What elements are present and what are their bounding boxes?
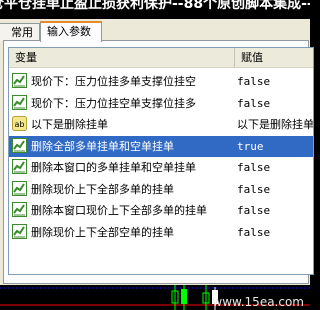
bool-icon	[12, 180, 27, 196]
list-item[interactable]: 现价下：压力位挂空单支撑位挂多 false	[9, 93, 313, 114]
window-title-bar: 仓平仓挂单止盈止损获利保护--88个原创脚本集成--15	[0, 0, 310, 19]
variable-name: 删除全部多单挂单和空单挂单	[31, 139, 174, 153]
tab-common[interactable]: 常用	[0, 23, 40, 41]
bool-icon	[12, 73, 27, 88]
variable-name: 删除现价上下全部多单的挂单	[31, 182, 174, 196]
parameters-list[interactable]: 变量 赋值 现价下：压力位挂多单支撑位挂空 false 现价下：压力位挂空单支撑位挂…	[8, 47, 314, 275]
column-header-variable[interactable]: 变量	[9, 48, 235, 67]
bool-icon	[12, 202, 27, 217]
variable-name: 删除现价上下全部空单的挂单	[31, 225, 174, 239]
variable-name: 删除本窗口的多单挂单和空单挂单	[31, 161, 196, 174]
variable-value[interactable]: false	[237, 222, 270, 243]
list-item[interactable]: 删除现价上下全部多单的挂单 false	[9, 179, 313, 200]
variable-value[interactable]: 以下是删除挂单	[237, 114, 313, 135]
bool-icon	[12, 223, 27, 239]
list-item[interactable]: 删除本窗口的多单挂单和空单挂单 false	[9, 157, 313, 178]
watermark: www.15ea.com	[212, 295, 304, 309]
variable-value[interactable]: false	[237, 200, 270, 221]
variable-value[interactable]: false	[237, 71, 270, 92]
variable-value[interactable]: false	[237, 179, 270, 200]
list-item[interactable]: 现价下：压力位挂多单支撑位挂空 false	[9, 71, 313, 92]
variable-value[interactable]: false	[237, 157, 270, 178]
variable-value[interactable]: false	[237, 93, 270, 114]
variable-name: 现价下：压力位挂空单支撑位挂多	[31, 96, 196, 110]
list-item[interactable]: 删除本窗口现价上下全部多单的挂单 false	[9, 200, 313, 221]
string-icon: ab	[12, 116, 27, 131]
variable-name: 删除本窗口现价上下全部多单的挂单	[31, 204, 207, 217]
column-header-value[interactable]: 赋值	[235, 48, 313, 67]
bool-icon	[12, 94, 27, 110]
tab-input-parameters[interactable]: 输入参数	[40, 21, 102, 42]
properties-dialog: 常用 输入参数 变量 赋值 现价下：压力位挂多单支撑位挂空 false 现价下：压力…	[0, 19, 314, 285]
variable-name: 以下是删除挂单	[31, 118, 108, 131]
variable-value[interactable]: true	[237, 136, 264, 157]
chart-background: www.15ea.com	[0, 285, 310, 310]
list-item[interactable]: 删除全部多单挂单和空单挂单 true	[9, 135, 313, 157]
tab-bar: 常用 输入参数	[0, 21, 310, 42]
variable-name: 现价下：压力位挂多单支撑位挂空	[31, 75, 196, 88]
list-item[interactable]: ab 以下是删除挂单 以下是删除挂单	[9, 114, 313, 135]
svg-text:ab: ab	[15, 120, 25, 129]
tab-panel: 变量 赋值 现价下：压力位挂多单支撑位挂空 false 现价下：压力位挂空单支撑位挂…	[3, 40, 314, 284]
window-title: 仓平仓挂单止盈止损获利保护--88个原创脚本集成--15	[0, 0, 310, 12]
bool-icon	[12, 137, 27, 153]
bool-icon	[12, 159, 27, 174]
list-header: 变量 赋值	[9, 48, 313, 68]
list-item[interactable]: 删除现价上下全部空单的挂单 false	[9, 222, 313, 243]
